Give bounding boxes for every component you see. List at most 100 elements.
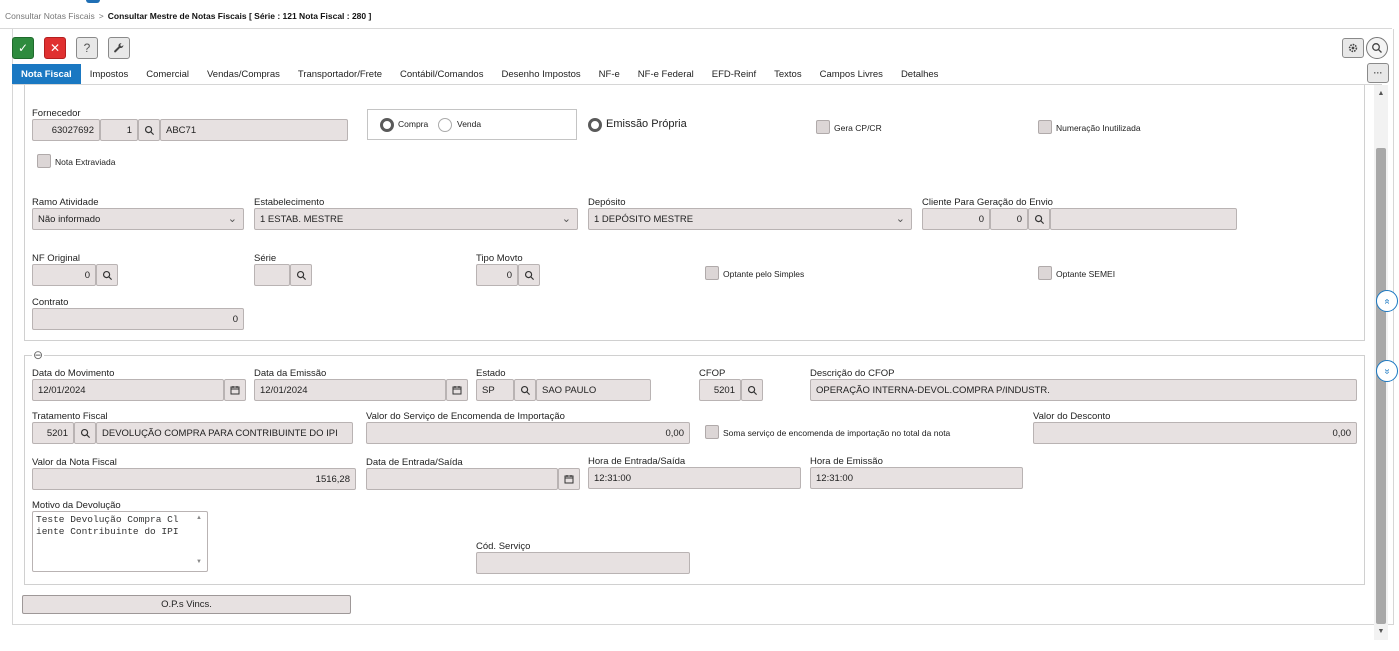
tipo-movto-field[interactable]: 0 — [476, 264, 518, 286]
emissao-propria-radio[interactable] — [588, 118, 602, 132]
serie-search-button[interactable] — [290, 264, 312, 286]
ramo-atividade-select[interactable]: Não informado ⌄ — [32, 208, 244, 230]
ops-vincs-button[interactable]: O.P.s Vincs. — [22, 595, 351, 614]
cliente-envio-search-button[interactable] — [1028, 208, 1050, 230]
tratamento-fiscal-code-field[interactable]: 5201 — [32, 422, 74, 444]
data-movimento-field[interactable]: 12/01/2024 — [32, 379, 224, 401]
fornecedor-seq-field[interactable]: 1 — [100, 119, 138, 141]
fornecedor-code-field[interactable]: 63027692 — [32, 119, 100, 141]
cliente-envio-seq-field[interactable]: 0 — [990, 208, 1028, 230]
estado-search-button[interactable] — [514, 379, 536, 401]
cancel-button[interactable]: ✕ — [44, 37, 66, 59]
fornecedor-name-field[interactable]: ABC71 — [160, 119, 348, 141]
breadcrumb-current: Consultar Mestre de Notas Fiscais [ Séri… — [107, 11, 372, 21]
contrato-label: Contrato — [32, 297, 69, 308]
optante-simples-checkbox[interactable] — [705, 266, 719, 280]
confirm-button[interactable]: ✓ — [12, 37, 34, 59]
venda-radio[interactable] — [438, 118, 452, 132]
data-emissao-calendar-button[interactable] — [446, 379, 468, 401]
tab-desenho-impostos[interactable]: Desenho Impostos — [492, 64, 589, 85]
search-icon — [520, 385, 530, 395]
data-movimento-calendar-button[interactable] — [224, 379, 246, 401]
scroll-top-button[interactable]: « — [1376, 290, 1398, 312]
tab-nf-e[interactable]: NF-e — [590, 64, 629, 85]
nf-original-field[interactable]: 0 — [32, 264, 96, 286]
serie-field[interactable] — [254, 264, 290, 286]
valor-desconto-field[interactable]: 0,00 — [1033, 422, 1357, 444]
more-icon: ··· — [1373, 68, 1383, 78]
data-entrada-saida-calendar-button[interactable] — [558, 468, 580, 490]
estado-name-field[interactable]: SAO PAULO — [536, 379, 651, 401]
soma-servico-checkbox[interactable] — [705, 425, 719, 439]
motivo-devolucao-textarea[interactable]: Teste Devolução Compra Cl iente Contribu… — [32, 511, 208, 572]
breadcrumb-separator: > — [98, 11, 104, 21]
valor-servico-encomenda-field[interactable]: 0,00 — [366, 422, 690, 444]
estabelecimento-select[interactable]: 1 ESTAB. MESTRE ⌄ — [254, 208, 578, 230]
valor-desconto-label: Valor do Desconto — [1033, 411, 1111, 422]
scroll-up-icon[interactable]: ▲ — [1374, 87, 1388, 99]
search-button[interactable] — [1366, 37, 1388, 59]
search-icon — [102, 270, 112, 280]
descricao-cfop-field[interactable]: OPERAÇÃO INTERNA-DEVOL.COMPRA P/INDUSTR. — [810, 379, 1357, 401]
tab-nota-fiscal[interactable]: Nota Fiscal — [12, 64, 81, 85]
gera-cp-cr-checkbox[interactable] — [816, 120, 830, 134]
tab-textos[interactable]: Textos — [765, 64, 810, 85]
numeracao-inutilizada-checkbox[interactable] — [1038, 120, 1052, 134]
deposito-label: Depósito — [588, 197, 626, 208]
tratamento-fiscal-desc-field[interactable]: DEVOLUÇÃO COMPRA PARA CONTRIBUINTE DO IP… — [96, 422, 353, 444]
chevron-down-icon: ⌄ — [561, 213, 571, 225]
top-accent-strip — [0, 0, 1399, 3]
tab-transportador-frete[interactable]: Transportador/Frete — [289, 64, 391, 85]
compra-label: Compra — [398, 119, 429, 129]
scroll-bottom-button[interactable]: » — [1376, 360, 1398, 382]
cliente-envio-name-field[interactable] — [1050, 208, 1237, 230]
double-chevron-up-icon: « — [1381, 298, 1393, 304]
collapse-icon[interactable]: ⊖ — [32, 348, 45, 362]
cod-servico-field[interactable] — [476, 552, 690, 574]
tab-comercial[interactable]: Comercial — [137, 64, 198, 85]
tab-contabil-comandos[interactable]: Contábil/Comandos — [391, 64, 492, 85]
data-entrada-saida-field[interactable] — [366, 468, 558, 490]
ramo-atividade-label: Ramo Atividade — [32, 197, 99, 208]
serie-label: Série — [254, 253, 277, 264]
compra-radio[interactable] — [380, 118, 394, 132]
nota-extraviada-checkbox[interactable] — [37, 154, 51, 168]
breadcrumb-parent-link[interactable]: Consultar Notas Fiscais — [5, 11, 95, 21]
search-icon — [80, 428, 90, 438]
gera-cp-cr-label: Gera CP/CR — [834, 123, 882, 133]
contrato-field[interactable]: 0 — [32, 308, 244, 330]
tratamento-fiscal-search-button[interactable] — [74, 422, 96, 444]
textarea-scroll-down-icon[interactable]: ▼ — [196, 559, 202, 565]
tab-vendas-compras[interactable]: Vendas/Compras — [198, 64, 289, 85]
valor-nota-field[interactable]: 1516,28 — [32, 468, 356, 490]
settings-button[interactable] — [1342, 38, 1364, 58]
cfop-field[interactable]: 5201 — [699, 379, 741, 401]
scroll-down-icon[interactable]: ▼ — [1374, 625, 1388, 637]
nf-original-search-button[interactable] — [96, 264, 118, 286]
tab-efd-reinf[interactable]: EFD-Reinf — [703, 64, 765, 85]
scrollbar-thumb[interactable] — [1376, 148, 1386, 624]
tab-campos-livres[interactable]: Campos Livres — [811, 64, 892, 85]
estado-uf-field[interactable]: SP — [476, 379, 514, 401]
gear-icon — [1348, 43, 1358, 53]
data-emissao-field[interactable]: 12/01/2024 — [254, 379, 446, 401]
tab-nf-e-federal[interactable]: NF-e Federal — [629, 64, 703, 85]
tab-detalhes[interactable]: Detalhes — [892, 64, 948, 85]
cfop-label: CFOP — [699, 368, 726, 379]
tipo-movto-search-button[interactable] — [518, 264, 540, 286]
deposito-select[interactable]: 1 DEPÓSITO MESTRE ⌄ — [588, 208, 912, 230]
numeracao-inutilizada-label: Numeração Inutilizada — [1056, 123, 1141, 133]
help-button[interactable]: ? — [76, 37, 98, 59]
tools-button[interactable] — [108, 37, 130, 59]
search-icon — [1034, 214, 1044, 224]
cfop-search-button[interactable] — [741, 379, 763, 401]
optante-semei-checkbox[interactable] — [1038, 266, 1052, 280]
hora-entrada-saida-field[interactable]: 12:31:00 — [588, 467, 801, 489]
cliente-envio-code-field[interactable]: 0 — [922, 208, 990, 230]
more-options-button[interactable]: ··· — [1367, 63, 1389, 83]
tab-impostos[interactable]: Impostos — [81, 64, 138, 85]
fornecedor-search-button[interactable] — [138, 119, 160, 141]
hora-emissao-field[interactable]: 12:31:00 — [810, 467, 1023, 489]
textarea-scroll-up-icon[interactable]: ▲ — [196, 515, 202, 521]
data-emissao-label: Data da Emissão — [254, 368, 327, 379]
